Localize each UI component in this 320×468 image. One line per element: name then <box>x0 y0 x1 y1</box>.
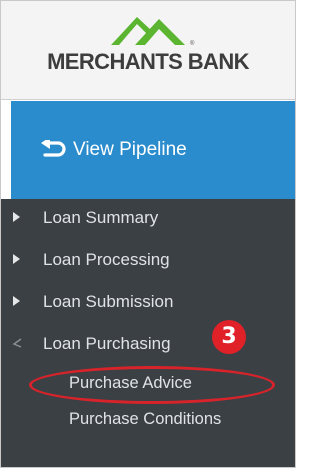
brand-header: ® MERCHANTS BANK <box>1 1 295 100</box>
chevron-collapse-icon <box>12 338 22 348</box>
nav-item-label: Loan Purchasing <box>43 334 171 353</box>
sidebar-frame: ® MERCHANTS BANK View Pipeline Loan Summ… <box>0 0 296 468</box>
nav-item-loan-processing[interactable]: Loan Processing <box>1 241 295 279</box>
view-pipeline-label: View Pipeline <box>73 139 187 160</box>
return-arrow-icon <box>41 140 66 157</box>
loan-nav-menu: Loan Summary Loan Processing Loan Submis… <box>1 199 295 467</box>
registered-mark: ® <box>190 41 195 47</box>
nav-item-loan-summary[interactable]: Loan Summary <box>1 199 295 237</box>
sub-item-purchase-conditions[interactable]: Purchase Conditions <box>1 403 295 437</box>
nav-item-loan-submission[interactable]: Loan Submission <box>1 283 295 321</box>
nav-item-label: Loan Submission <box>43 292 174 311</box>
nav-item-label: Loan Processing <box>43 250 170 269</box>
caret-right-icon <box>13 254 20 264</box>
view-pipeline-button[interactable]: View Pipeline <box>11 101 295 199</box>
nav-item-loan-purchasing[interactable]: Loan Purchasing <box>1 325 295 363</box>
sub-item-label: Purchase Conditions <box>69 410 222 428</box>
step-number-badge: 3 <box>212 320 246 354</box>
caret-right-icon <box>13 212 20 222</box>
brand-name: MERCHANTS BANK <box>47 49 249 74</box>
nav-item-label: Loan Summary <box>43 208 159 227</box>
highlight-ring <box>29 366 275 404</box>
merchants-bank-logo-icon <box>111 17 185 45</box>
caret-right-icon <box>13 296 20 306</box>
